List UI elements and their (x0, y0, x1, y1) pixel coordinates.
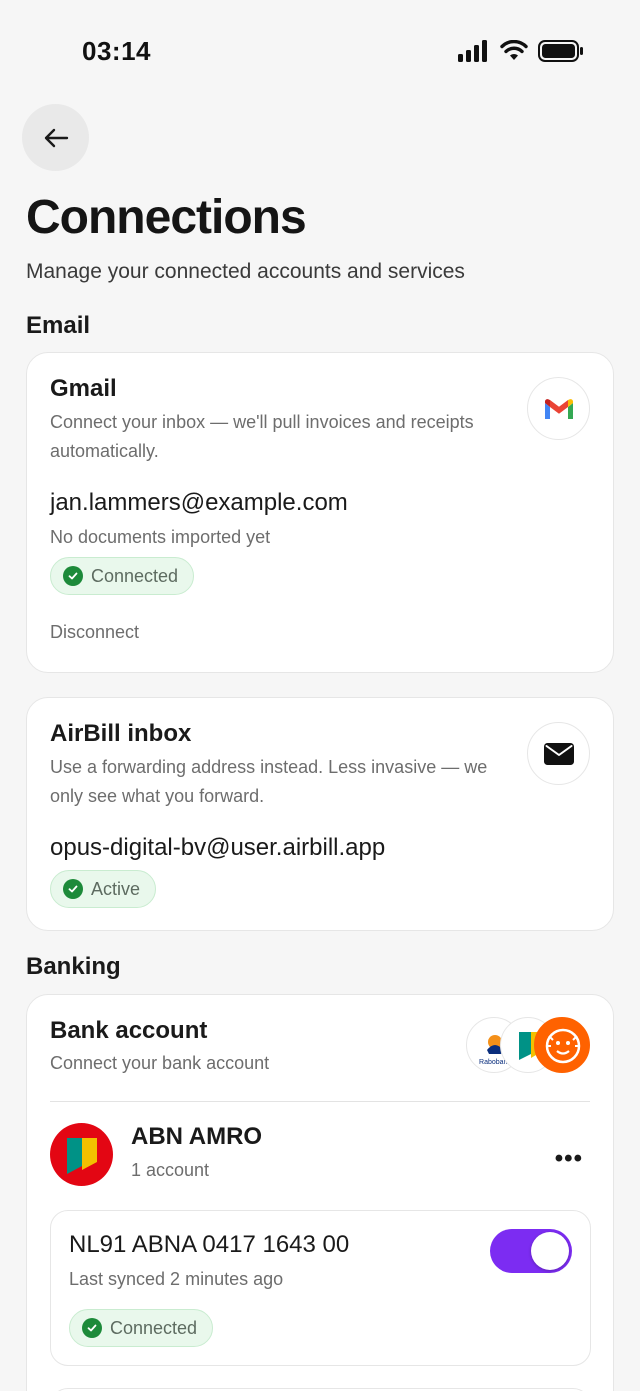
divider (50, 1101, 590, 1102)
bank-account-card: Bank account Connect your bank account R… (26, 994, 614, 1391)
status-badge-label: Connected (110, 1317, 198, 1338)
bank-account-sync-toggle[interactable] (490, 1229, 572, 1273)
status-badge-label: Connected (91, 565, 179, 586)
page-subtitle: Manage your connected accounts and servi… (26, 260, 465, 283)
airbill-logo (527, 722, 590, 785)
bank-account-title: Bank account (50, 1017, 208, 1044)
gmail-description: Connect your inbox — we'll pull invoices… (50, 412, 474, 461)
airbill-forwarding-address[interactable]: opus-digital-bv@user.airbill.app (50, 834, 385, 862)
page-title: Connections (26, 191, 307, 244)
toggle-knob (531, 1232, 569, 1270)
section-title-banking: Banking (26, 953, 121, 980)
status-badge-connected: Connected (69, 1309, 214, 1347)
bank-provider-account-count: 1 account (131, 1160, 210, 1180)
check-circle-icon (63, 566, 83, 586)
envelope-icon (543, 742, 574, 765)
disconnect-button[interactable]: Disconnect (50, 622, 139, 643)
more-options-icon[interactable]: ••• (555, 1145, 583, 1173)
gmail-logo (527, 377, 590, 440)
status-icons (458, 40, 584, 62)
gmail-card: Gmail Connect your inbox — we'll pull in… (26, 352, 614, 673)
supported-bank-logos: Rabobank (466, 1017, 590, 1075)
status-badge-active: Active (50, 870, 157, 908)
check-circle-icon (63, 879, 83, 899)
bank-provider-name: ABN AMRO (131, 1123, 263, 1150)
airbill-title: AirBill inbox (50, 720, 192, 747)
bank-account-last-synced: Last synced 2 minutes ago (69, 1269, 284, 1289)
bank-account-description: Connect your bank account (50, 1053, 270, 1073)
gmail-import-status: No documents imported yet (50, 527, 271, 547)
battery-icon (538, 40, 583, 62)
abn-amro-provider-logo (50, 1123, 113, 1186)
gmail-icon (544, 398, 573, 419)
status-badge-connected: Connected (50, 557, 195, 595)
gmail-account-email: jan.lammers@example.com (50, 489, 348, 516)
check-circle-icon (82, 1318, 102, 1338)
airbill-inbox-card: AirBill inbox Use a forwarding address i… (26, 697, 614, 931)
airbill-description: Use a forwarding address instead. Less i… (50, 757, 488, 806)
back-button[interactable] (22, 104, 89, 171)
status-badge-label: Active (91, 878, 141, 899)
status-time: 03:14 (82, 36, 151, 66)
bank-account-iban: NL91 ABNA 0417 1643 00 (69, 1231, 350, 1258)
abn-amro-shield-icon (66, 1137, 97, 1174)
gmail-title: Gmail (50, 375, 117, 402)
bank-account-row: NL91 ABNA 0417 1643 00 Last synced 2 min… (50, 1210, 591, 1366)
status-bar: 03:14 (0, 0, 640, 100)
section-title-email: Email (26, 312, 91, 339)
wifi-icon (500, 40, 528, 60)
cellular-signal-icon (458, 40, 487, 62)
arrow-left-icon (44, 128, 68, 147)
ing-logo (534, 1017, 590, 1073)
